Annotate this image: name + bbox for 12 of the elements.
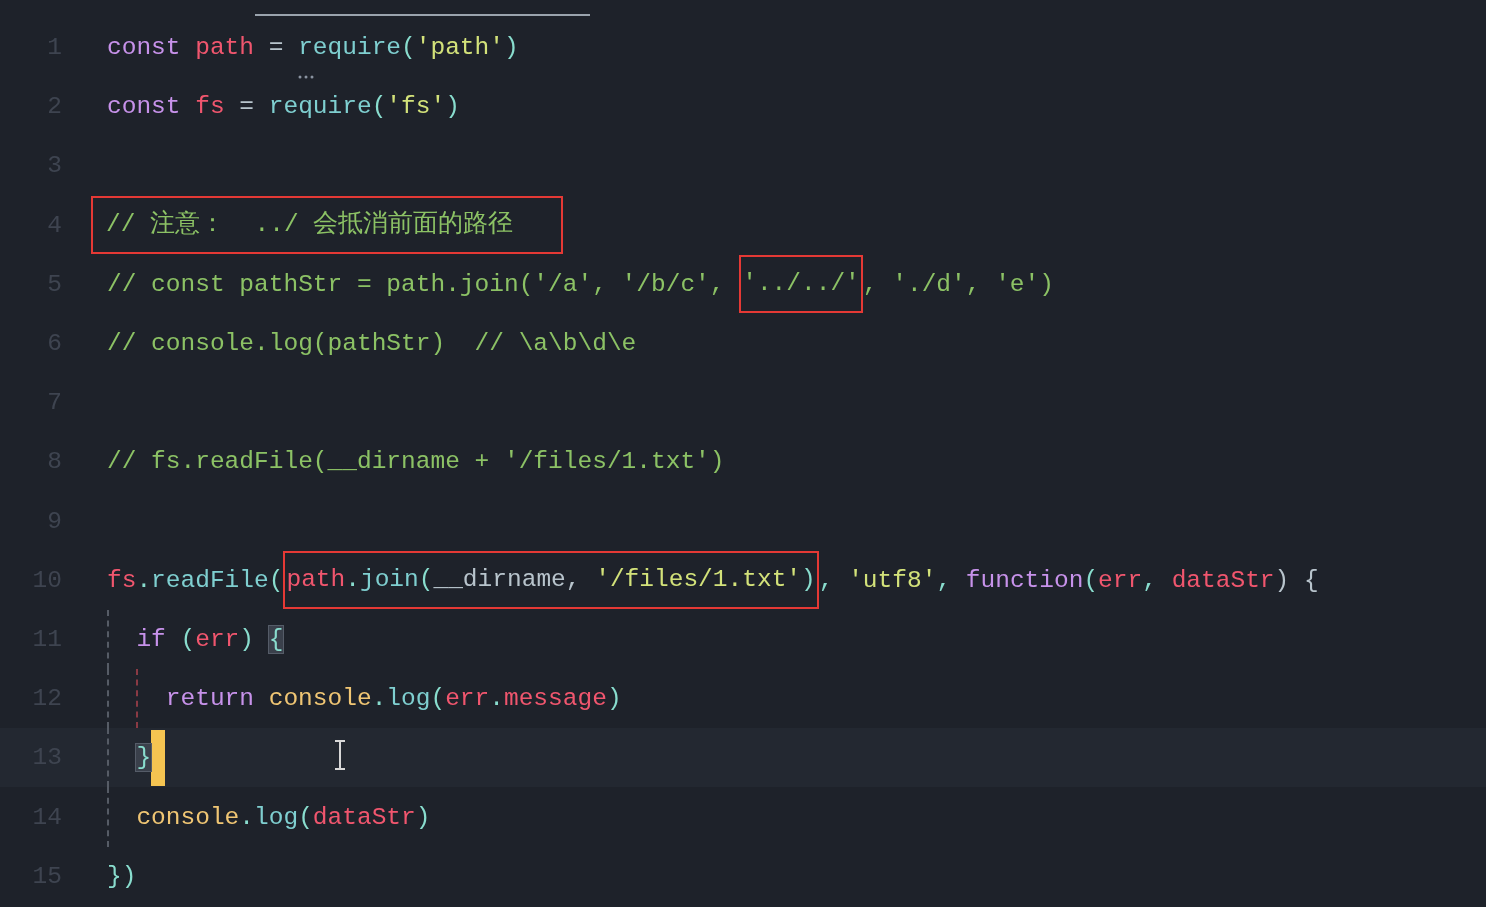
code-line: const fs = require('fs') bbox=[107, 93, 460, 121]
code-line: const path = require('path') bbox=[107, 34, 519, 62]
text-select-pointer-icon bbox=[333, 740, 347, 770]
code-line: // const pathStr = path.join('/a', '/b/c', '../../', './d', 'e') bbox=[107, 255, 1054, 314]
code-line: fs.readFile(path.join(__dirname, '/files/1.txt'), 'utf8', function(err, dataStr) { bbox=[107, 551, 1319, 610]
code-line: // fs.readFile(__dirname + '/files/1.txt') bbox=[107, 448, 725, 476]
ellipsis-hint-icon[interactable] bbox=[297, 74, 315, 81]
code-line: }) bbox=[107, 862, 137, 890]
code-line: if (err) { bbox=[136, 625, 284, 653]
code-line: return console.log(err.message) bbox=[165, 685, 622, 713]
code-line: // console.log(pathStr) // \a\b\d\e bbox=[107, 330, 637, 358]
code-line: console.log(dataStr) bbox=[136, 803, 431, 831]
